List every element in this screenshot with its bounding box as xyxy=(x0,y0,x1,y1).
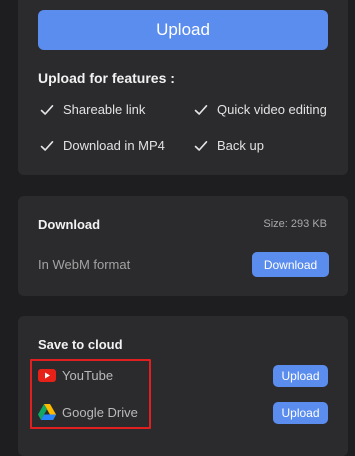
feature-label: Download in MP4 xyxy=(63,138,165,153)
check-icon xyxy=(40,140,54,151)
youtube-upload-button[interactable]: Upload xyxy=(273,365,328,387)
check-icon xyxy=(194,140,208,151)
download-card: Download Size: 293 KB In WebM format Dow… xyxy=(18,196,348,296)
check-icon xyxy=(40,104,54,115)
upload-card: Upload Upload for features : Shareable l… xyxy=(18,0,348,175)
feature-download-mp4: Download in MP4 xyxy=(40,138,165,153)
highlight-box xyxy=(30,359,151,429)
feature-label: Back up xyxy=(217,138,264,153)
feature-quick-video-editing: Quick video editing xyxy=(194,102,327,117)
cloud-title: Save to cloud xyxy=(38,337,123,352)
feature-label: Quick video editing xyxy=(217,102,327,117)
download-title: Download xyxy=(38,217,101,232)
features-title: Upload for features : xyxy=(38,70,175,86)
download-button[interactable]: Download xyxy=(252,252,329,277)
feature-label: Shareable link xyxy=(63,102,146,117)
file-size: Size: 293 KB xyxy=(263,218,327,230)
feature-back-up: Back up xyxy=(194,138,264,153)
check-icon xyxy=(194,104,208,115)
upload-button[interactable]: Upload xyxy=(38,10,328,50)
format-label: In WebM format xyxy=(38,257,131,272)
google-drive-upload-button[interactable]: Upload xyxy=(273,402,328,424)
feature-shareable-link: Shareable link xyxy=(40,102,145,117)
